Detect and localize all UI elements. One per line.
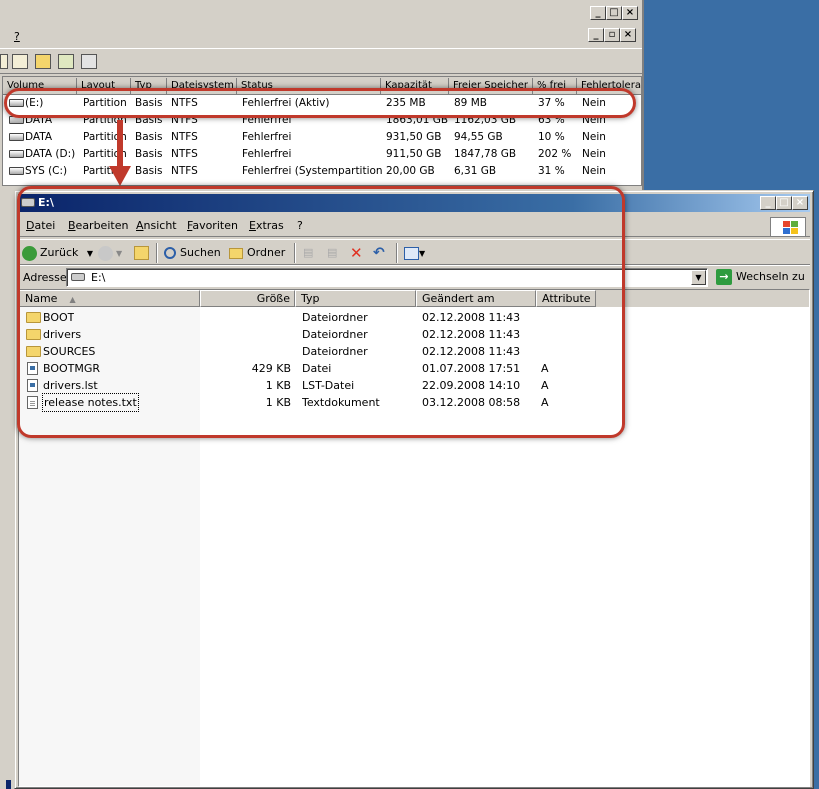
go-arrow-icon: → bbox=[716, 269, 732, 285]
volume-type: Basis bbox=[135, 165, 163, 177]
minimize-button[interactable]: _ bbox=[760, 196, 776, 210]
volume-fs: NTFS bbox=[171, 165, 198, 177]
volume-layout: Partition bbox=[83, 131, 127, 143]
highlight-rectangle bbox=[17, 186, 625, 438]
disk-icon bbox=[9, 167, 24, 175]
toolbar-partial-icon[interactable] bbox=[0, 54, 8, 69]
minimize-button[interactable]: _ bbox=[590, 6, 606, 20]
arrow-down-icon bbox=[109, 166, 131, 186]
windows-logo-icon bbox=[770, 217, 806, 237]
volume-pct: 10 % bbox=[538, 131, 565, 143]
volume-status: Fehlerfrei bbox=[242, 148, 292, 160]
volume-layout: Partition bbox=[83, 148, 127, 160]
volume-pct: 31 % bbox=[538, 165, 565, 177]
disk-bar-indicator bbox=[6, 780, 11, 789]
volume-capacity: 931,50 GB bbox=[386, 131, 442, 143]
volume-fault: Nein bbox=[582, 165, 606, 177]
search-icon[interactable] bbox=[58, 54, 74, 69]
volume-free: 94,55 GB bbox=[454, 131, 503, 143]
volume-free: 6,31 GB bbox=[454, 165, 497, 177]
menubar: ? _ ▫ × bbox=[0, 26, 642, 46]
maximize-button[interactable]: □ bbox=[776, 196, 792, 210]
volume-capacity: 911,50 GB bbox=[386, 148, 442, 160]
volume-type: Basis bbox=[135, 148, 163, 160]
maximize-button[interactable]: □ bbox=[606, 6, 622, 20]
open-folder-icon[interactable] bbox=[35, 54, 51, 69]
close-button[interactable]: × bbox=[792, 196, 808, 210]
volume-fault: Nein bbox=[582, 148, 606, 160]
volume-status: Fehlerfrei bbox=[242, 131, 292, 143]
menu-help[interactable]: ? bbox=[14, 30, 20, 43]
highlight-ellipse bbox=[4, 88, 636, 118]
go-button[interactable]: → Wechseln zu bbox=[716, 269, 805, 285]
properties-icon[interactable] bbox=[12, 54, 28, 69]
volume-fs: NTFS bbox=[171, 148, 198, 160]
mdi-minimize-button[interactable]: _ bbox=[588, 28, 604, 42]
volume-status: Fehlerfrei (Systempartition) bbox=[242, 165, 382, 177]
volume-fs: NTFS bbox=[171, 131, 198, 143]
volume-free: 1847,78 GB bbox=[454, 148, 517, 160]
volume-fault: Nein bbox=[582, 131, 606, 143]
arrow-shaft bbox=[117, 120, 123, 172]
volume-row[interactable]: SYS (C:) Partition Basis NTFS Fehlerfrei (Sy… bbox=[3, 163, 641, 180]
volume-volume: DATA (D:) bbox=[25, 148, 76, 160]
volume-capacity: 20,00 GB bbox=[386, 165, 435, 177]
mdi-close-button[interactable]: × bbox=[620, 28, 636, 42]
volume-volume: SYS (C:) bbox=[25, 165, 68, 177]
disk-icon bbox=[9, 150, 24, 158]
volume-type: Basis bbox=[135, 131, 163, 143]
settings-icon[interactable] bbox=[81, 54, 97, 69]
toolbar bbox=[0, 48, 642, 74]
disk-icon bbox=[9, 133, 24, 141]
close-button[interactable]: × bbox=[622, 6, 638, 20]
mdi-restore-button[interactable]: ▫ bbox=[604, 28, 620, 42]
volume-row[interactable]: DATA Partition Basis NTFS Fehlerfrei 931,50 G… bbox=[3, 129, 641, 146]
volume-volume: DATA bbox=[25, 131, 53, 143]
volume-row[interactable]: DATA (D:) Partition Basis NTFS Fehlerfrei 911… bbox=[3, 146, 641, 163]
address-dropdown-icon[interactable]: ▼ bbox=[691, 270, 706, 285]
volume-pct: 202 % bbox=[538, 148, 572, 160]
